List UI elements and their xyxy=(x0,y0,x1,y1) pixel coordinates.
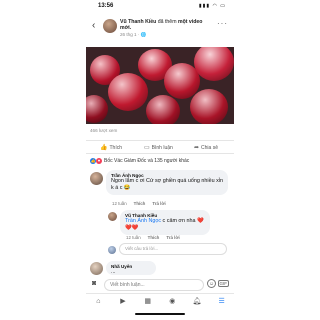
share-label: Chia sẻ xyxy=(201,144,218,151)
reply-mention[interactable]: Trần Ánh Ngọc xyxy=(125,218,161,224)
status-time: 13:56 xyxy=(98,3,114,9)
gif-icon[interactable]: GIF xyxy=(217,280,229,287)
reply-input[interactable]: Viết câu trả lời... xyxy=(119,243,227,255)
camera-icon[interactable]: ◙ xyxy=(92,280,96,287)
avatar[interactable] xyxy=(108,212,117,221)
share-button[interactable]: ➦ Chia sẻ xyxy=(194,144,218,152)
status-bar: 13:56 ▮▮▮ ◠ ▭ xyxy=(86,0,234,13)
comment-label: Bình luận xyxy=(151,144,173,151)
phone-screen: 13:56 ▮▮▮ ◠ ▭ ‹ Vũ Thanh Kiều đã thêm mộ… xyxy=(86,0,234,320)
reply-time: 12 tuần xyxy=(126,235,141,240)
heart-reaction-icon: ♥ xyxy=(96,158,102,164)
reply-reply-link[interactable]: Trả lời xyxy=(166,235,179,240)
home-indicator xyxy=(135,313,185,315)
avatar[interactable] xyxy=(103,19,117,33)
post-author[interactable]: Vũ Thanh Kiều xyxy=(120,19,156,25)
profile-tab-icon[interactable]: ◉ xyxy=(165,297,179,305)
thumbs-up-icon: 👍 xyxy=(100,145,108,151)
cherry-shape xyxy=(194,47,234,81)
reply-meta: 12 tuần Thích Trả lời xyxy=(126,235,180,240)
cherry-shape xyxy=(108,73,148,111)
like-button[interactable]: 👍 Thích xyxy=(100,144,122,152)
comment-text: Ngon lắm c ơi Cứ sợ ghiền quá uống nhiều… xyxy=(111,178,223,191)
share-icon: ➦ xyxy=(194,145,200,151)
post-action: đã thêm xyxy=(157,19,177,25)
avatar[interactable] xyxy=(90,262,103,275)
like-label: Thích xyxy=(109,144,122,151)
home-tab-icon[interactable]: ⌂ xyxy=(91,298,105,305)
comment-bubble: Nhã Uyên ... xyxy=(106,261,156,275)
comment-input[interactable]: Viết bình luận... xyxy=(104,279,204,291)
comment-reply-link[interactable]: Trả lời xyxy=(152,201,165,206)
cherry-shape xyxy=(86,95,108,123)
view-count: 466 lượt xem xyxy=(90,128,118,133)
reply-text: Trần Ánh Ngọc c cảm ơn nha ❤️❤️❤️ xyxy=(125,218,205,232)
comment-meta: 12 tuần Thích Trả lời xyxy=(112,201,166,206)
post-meta: 26 thg 1 · 🌐 xyxy=(120,32,147,37)
post-actions: 👍 Thích ▭ Bình luận ➦ Chia sẻ xyxy=(86,140,234,154)
post-author-line: Vũ Thanh Kiều đã thêm một video mới. xyxy=(120,19,210,32)
status-icons: ▮▮▮ ◠ ▭ xyxy=(198,3,226,9)
avatar xyxy=(108,246,116,254)
reactions-text: Bốc Vác Giám Đốc và 135 người khác xyxy=(104,158,190,164)
video-player[interactable] xyxy=(86,47,234,124)
more-options-icon[interactable]: ··· xyxy=(217,19,228,28)
bottom-tab-bar: ⌂ ▶ ▦ ◉ 🔔︎ ☰ xyxy=(86,293,234,308)
comment-icon: ▭ xyxy=(144,145,150,151)
cherry-shape xyxy=(146,95,180,124)
comment-text: ... xyxy=(111,269,116,275)
reply-like-link[interactable]: Thích xyxy=(148,235,160,240)
avatar[interactable] xyxy=(90,172,103,185)
reply-bubble: Vũ Thanh Kiều Trần Ánh Ngọc c cảm ơn nha… xyxy=(120,210,210,235)
comment-like-link[interactable]: Thích xyxy=(134,201,146,206)
comment-composer: ◙ Viết bình luận... ☺ GIF xyxy=(86,276,234,294)
notifications-tab-icon[interactable]: 🔔︎ xyxy=(190,297,204,305)
post-header: ‹ Vũ Thanh Kiều đã thêm một video mới. 2… xyxy=(86,14,234,44)
comment-time: 12 tuần xyxy=(112,201,127,206)
menu-tab-icon[interactable]: ☰ xyxy=(215,297,229,305)
reactions-summary[interactable]: 👍 ♥ Bốc Vác Giám Đốc và 135 người khác xyxy=(90,158,189,164)
comment-button[interactable]: ▭ Bình luận xyxy=(144,144,173,152)
cherry-shape xyxy=(190,89,228,124)
emoji-icon[interactable]: ☺ xyxy=(207,279,216,288)
video-tab-icon[interactable]: ▶ xyxy=(116,297,130,305)
marketplace-tab-icon[interactable]: ▦ xyxy=(141,297,155,305)
back-chevron-icon[interactable]: ‹ xyxy=(92,20,95,31)
comment-bubble: Trần Ánh Ngọc Ngon lắm c ơi Cứ sợ ghiền … xyxy=(106,170,228,195)
